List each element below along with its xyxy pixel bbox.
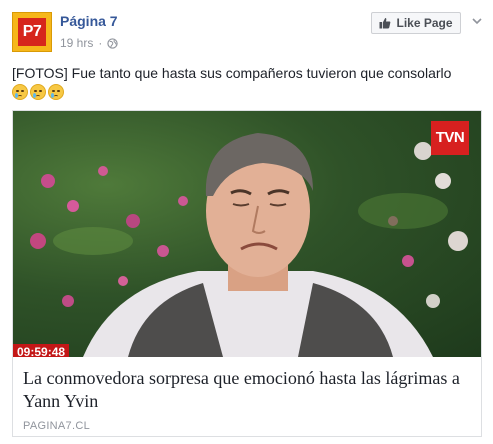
page-name-link[interactable]: Página 7 [60,13,118,29]
post-meta: 19 hrs · [60,36,119,50]
post-timestamp[interactable]: 19 hrs [60,36,93,50]
like-page-label: Like Page [396,16,453,30]
link-preview-card[interactable]: TVN 09:59:48 La conmovedora sorpresa que… [12,110,482,437]
post-emojis [12,84,64,100]
tvn-logo: TVN [431,121,469,155]
link-preview-image[interactable]: TVN 09:59:48 [13,111,481,357]
page-avatar[interactable]: P7 [12,12,52,52]
like-page-button[interactable]: Like Page [371,12,461,34]
meta-separator: · [98,36,103,50]
link-preview-title[interactable]: La conmovedora sorpresa que emocionó has… [23,367,473,413]
post-text: [FOTOS] Fue tanto que hasta sus compañer… [12,65,452,81]
crying-face-icon [30,84,46,100]
chevron-down-icon[interactable] [470,14,484,28]
photo-illustration [30,133,468,357]
link-preview-domain: PAGINA7.CL [23,420,90,432]
thumbs-up-icon [379,18,391,29]
page-logo: P7 [18,18,46,46]
crying-face-icon [48,84,64,100]
crying-face-icon [12,84,28,100]
video-timecode: 09:59:48 [13,344,70,357]
facebook-post: P7 Página 7 19 hrs · Like Page [FOTOS] F… [0,0,493,444]
globe-icon [107,37,119,49]
